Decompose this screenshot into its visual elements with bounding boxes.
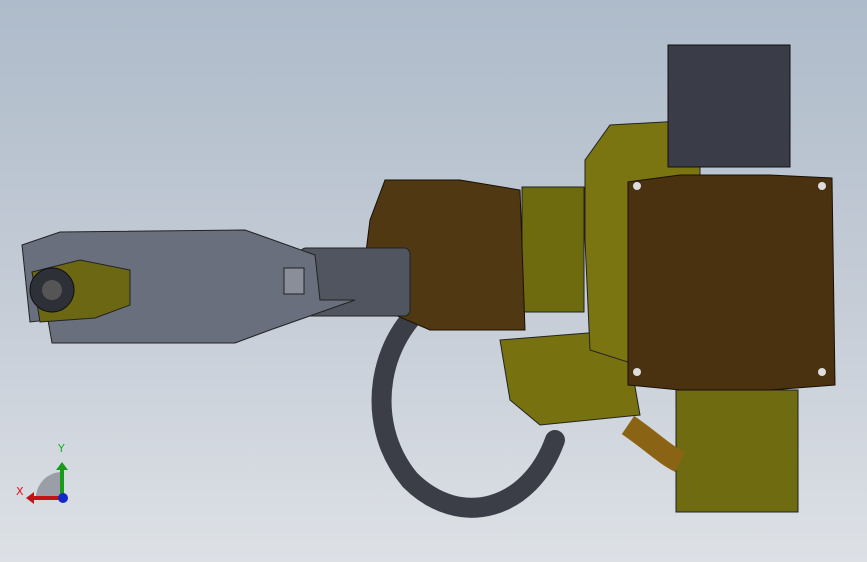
- bolt-hole: [818, 368, 826, 376]
- lower-olive-box: [675, 389, 799, 513]
- view-orientation-triad[interactable]: [26, 462, 68, 504]
- cad-viewport[interactable]: [0, 0, 867, 562]
- y-arrow-head: [56, 462, 68, 470]
- motor-flange: [627, 174, 836, 391]
- triad-plane-arc: [36, 472, 62, 498]
- bolt-hole: [818, 182, 826, 190]
- joint-plate: [283, 267, 305, 295]
- cable-hose-orange: [621, 415, 686, 472]
- z-axis-dot: [58, 493, 68, 503]
- x-axis-label: X: [16, 485, 24, 498]
- wrist-flange-center: [42, 280, 62, 300]
- bolt-hole: [633, 368, 641, 376]
- robot-model[interactable]: [21, 44, 836, 518]
- x-arrow-head: [26, 492, 34, 504]
- motor-box: [667, 44, 791, 168]
- olive-cylinder: [521, 186, 585, 313]
- y-axis-label: Y: [58, 442, 65, 455]
- bolt-hole: [633, 182, 641, 190]
